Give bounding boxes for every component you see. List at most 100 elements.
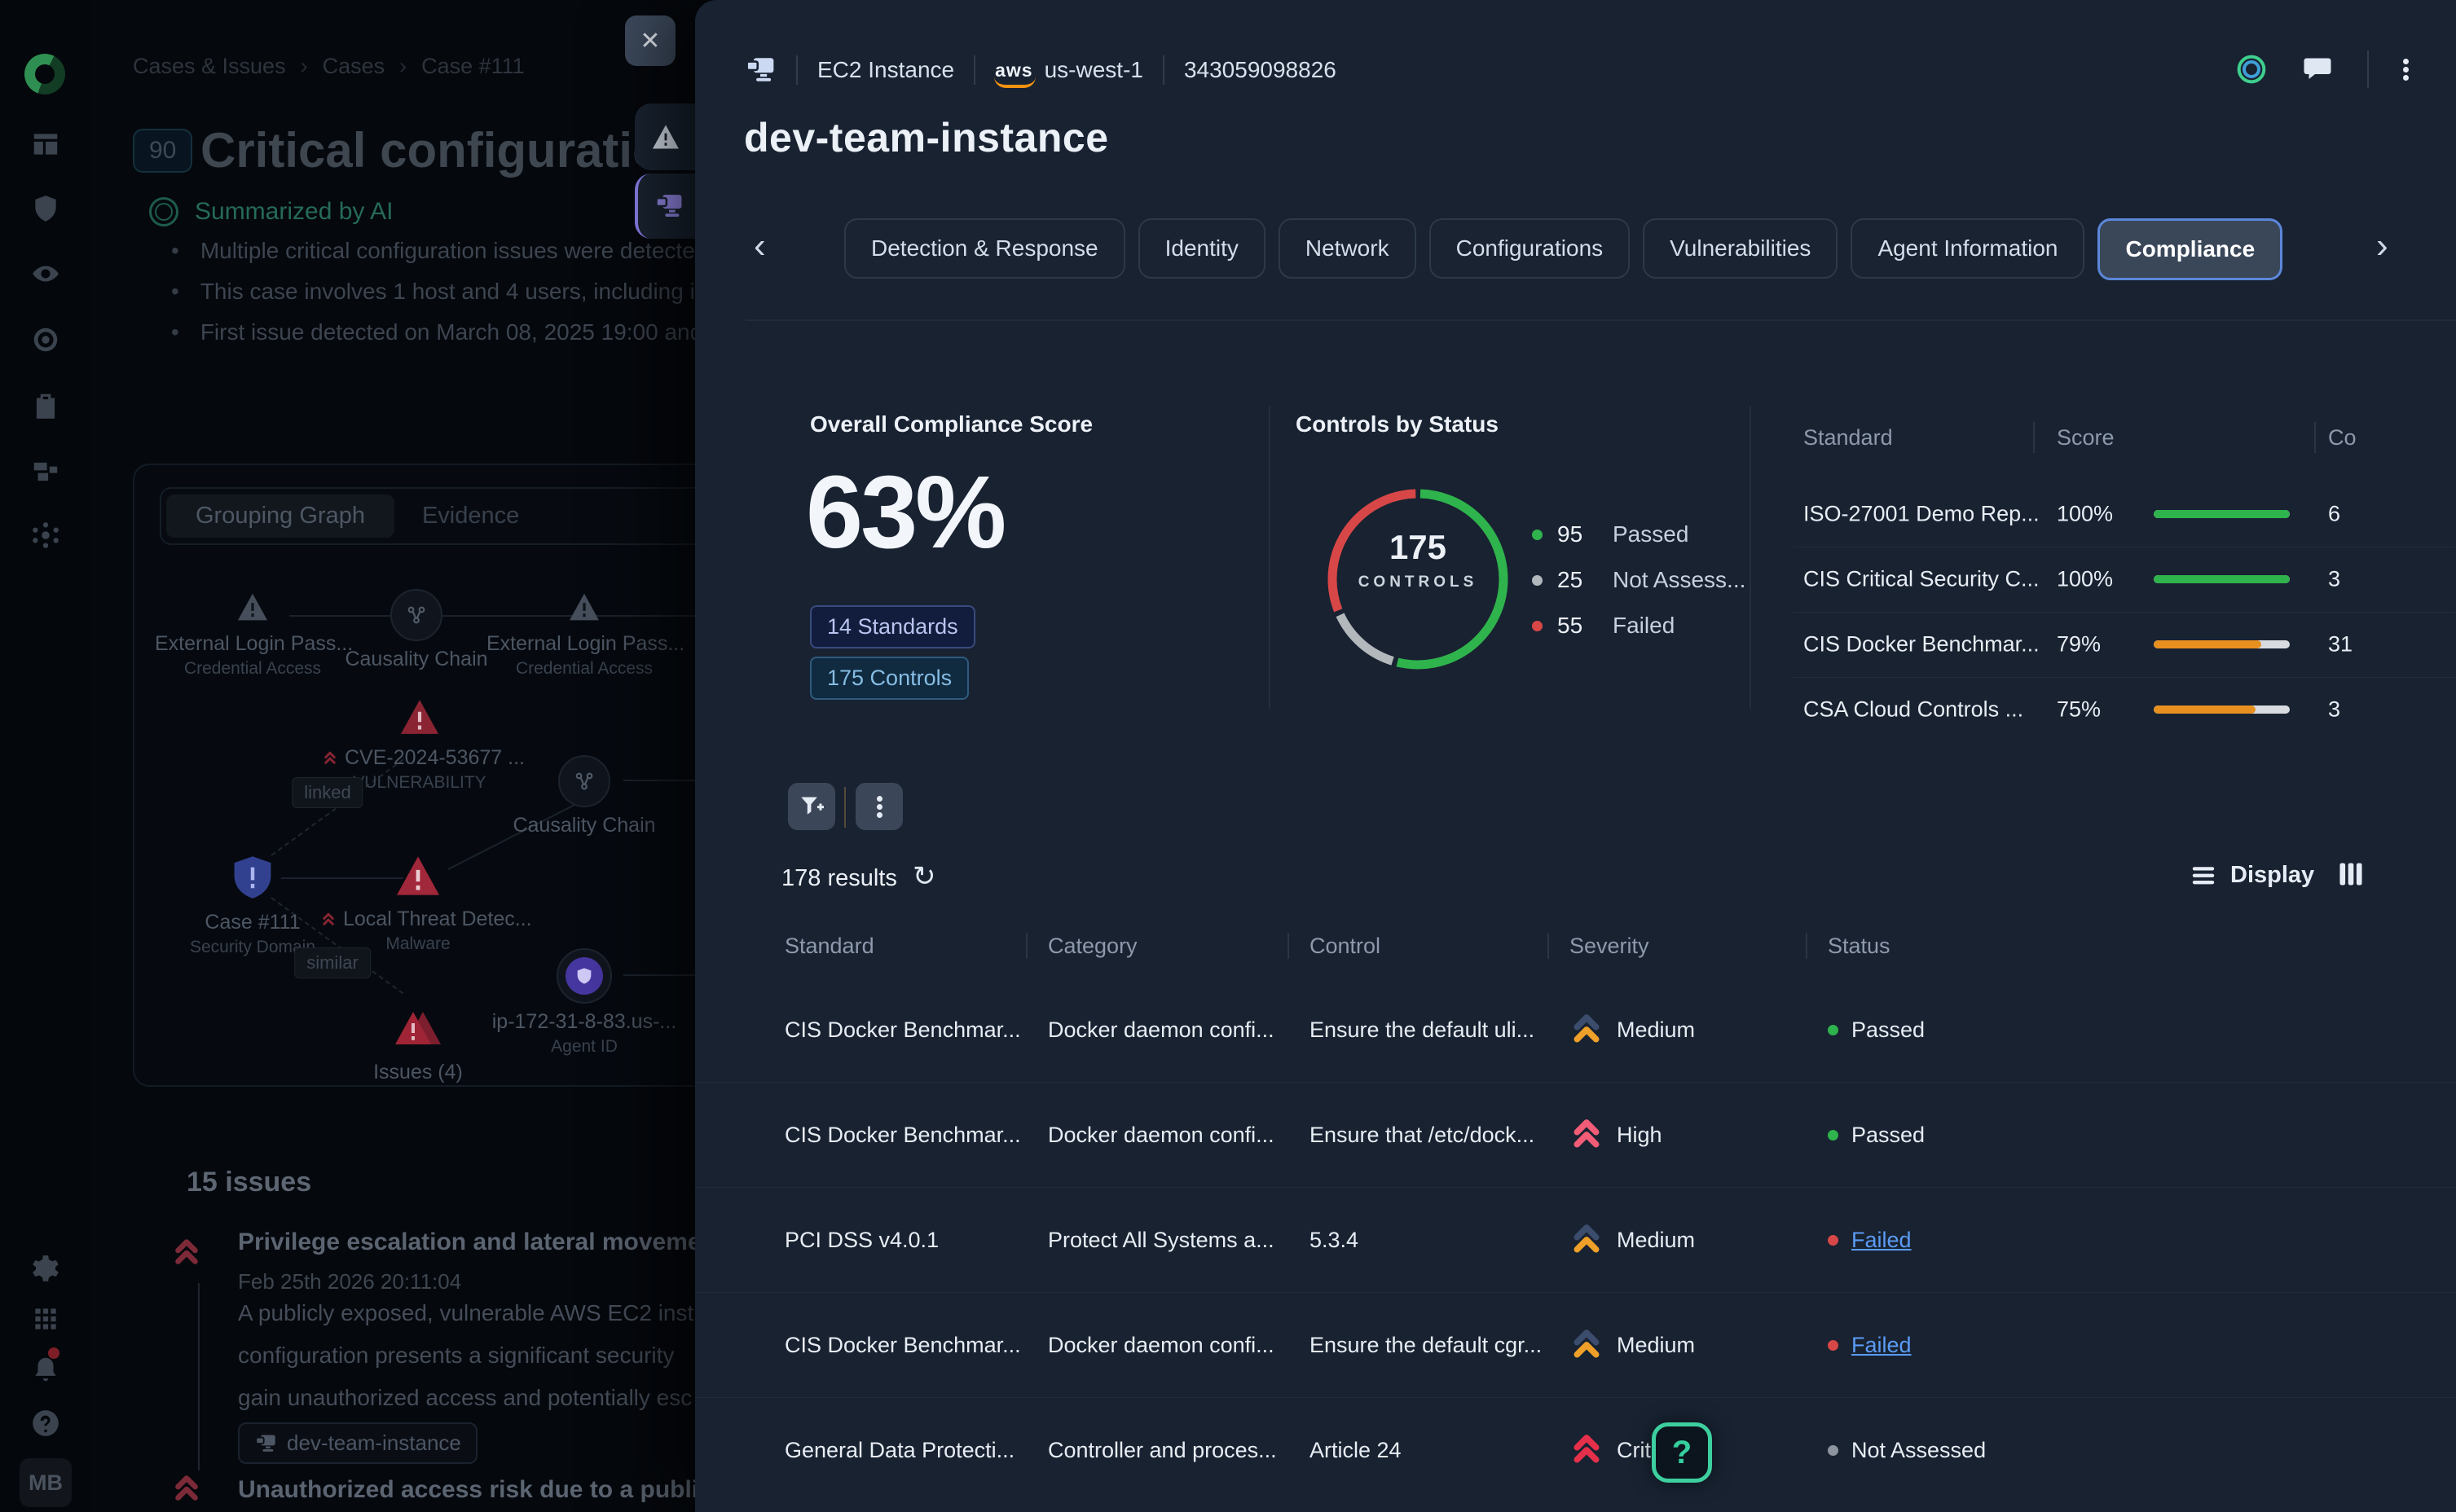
divider xyxy=(1269,406,1270,709)
case-shield-icon[interactable] xyxy=(231,855,275,900)
tab-grouping-graph[interactable]: Grouping Graph xyxy=(166,494,394,538)
breadcrumb-cases-issues[interactable]: Cases & Issues xyxy=(133,54,286,79)
tab-evidence[interactable]: Evidence xyxy=(414,494,527,538)
tabs-scroll-left-icon[interactable]: ‹ xyxy=(754,228,766,264)
causality-chain-icon[interactable] xyxy=(390,589,442,641)
legend-item-failed: 55Failed xyxy=(1532,611,1675,640)
resource-chip[interactable]: dev-team-instance xyxy=(238,1422,478,1464)
refresh-icon[interactable]: ↻ xyxy=(913,860,936,893)
issue-timestamp: Feb 25th 2026 20:11:04 xyxy=(238,1269,461,1294)
status-dot xyxy=(1828,1445,1838,1456)
score-progress-bar xyxy=(2154,575,2290,583)
col-category[interactable]: Category xyxy=(1048,934,1309,959)
ai-summary-icon xyxy=(149,197,178,226)
graph-node-label: Issues (4) xyxy=(320,1061,516,1084)
divider xyxy=(2314,422,2316,453)
tab-network[interactable]: Network xyxy=(1279,218,1416,279)
table-row[interactable]: CIS Docker Benchmar... Docker daemon con… xyxy=(695,1292,2456,1397)
sidebar-item-boards[interactable] xyxy=(27,125,64,163)
sidebar-item-compliance[interactable] xyxy=(27,387,64,424)
table-row[interactable]: General Data Protecti... Controller and … xyxy=(695,1397,2456,1502)
standards-col-standard: Standard xyxy=(1803,425,1893,451)
col-control[interactable]: Control xyxy=(1309,934,1569,959)
divider xyxy=(1163,55,1164,85)
causality-chain-icon[interactable] xyxy=(558,755,610,807)
apps-grid-icon[interactable] xyxy=(27,1300,64,1338)
side-tab-alerts[interactable] xyxy=(635,103,696,170)
severity-chevrons-icon xyxy=(1569,1119,1604,1151)
controls-by-status-label: Controls by Status xyxy=(1296,411,1499,437)
failed-link[interactable]: Failed xyxy=(1851,1228,1912,1253)
table-row[interactable]: CIS Docker Benchmar... Docker daemon con… xyxy=(695,978,2456,1082)
tab-identity[interactable]: Identity xyxy=(1138,218,1265,279)
case-title: Critical configuration xyxy=(200,122,692,178)
issue-title[interactable]: Privilege escalation and lateral movemen… xyxy=(238,1228,761,1256)
divider xyxy=(974,55,975,85)
sidebar-item-detection[interactable] xyxy=(27,321,64,358)
asset-drawer: EC2 Instance aws us-west-1 343059098826 … xyxy=(695,0,2456,1512)
standards-row[interactable]: CIS Docker Benchmar... 79% 31 xyxy=(1803,612,2455,677)
more-options-kebab-icon[interactable] xyxy=(2403,56,2409,83)
close-drawer-button[interactable]: ✕ xyxy=(625,15,676,66)
sidebar-item-inventory[interactable] xyxy=(27,453,64,490)
col-status[interactable]: Status xyxy=(1828,934,2456,959)
resource-type-label: EC2 Instance xyxy=(817,57,954,83)
graph-tab-bar: Grouping Graph Evidence xyxy=(160,487,712,545)
tab-configurations[interactable]: Configurations xyxy=(1429,218,1631,279)
warning-triangle-icon[interactable] xyxy=(236,592,269,622)
col-severity[interactable]: Severity xyxy=(1569,934,1828,959)
breadcrumb-cases[interactable]: Cases xyxy=(323,54,385,79)
table-row[interactable]: PCI DSS v4.0.1 Protect All Systems a... … xyxy=(695,1187,2456,1292)
user-avatar[interactable]: MB xyxy=(20,1458,72,1507)
tab-vulnerabilities[interactable]: Vulnerabilities xyxy=(1643,218,1838,279)
results-count: 178 results xyxy=(781,865,897,892)
display-button[interactable]: Display xyxy=(2191,862,2314,889)
help-icon[interactable] xyxy=(27,1404,64,1442)
critical-severity-icon xyxy=(170,1238,203,1268)
breadcrumb-case-111[interactable]: Case #111 xyxy=(421,54,525,79)
sidebar-item-visibility[interactable] xyxy=(27,255,64,292)
threat-triangle-icon[interactable] xyxy=(394,855,442,897)
controls-table-header: Standard Category Control Severity Statu… xyxy=(695,914,2456,978)
summary-bullet: Multiple critical configuration issues w… xyxy=(171,238,707,264)
warning-triangle-icon[interactable] xyxy=(568,592,601,622)
issue-description-line: A publicly exposed, vulnerable AWS EC2 i… xyxy=(238,1300,693,1326)
standards-count-badge[interactable]: 14 Standards xyxy=(810,605,975,648)
add-filter-button[interactable] xyxy=(788,783,835,830)
divider xyxy=(2367,51,2369,88)
issues-triangles-icon[interactable] xyxy=(392,1006,444,1050)
table-row[interactable]: CIS Docker Benchmar... Docker daemon con… xyxy=(695,1082,2456,1187)
notifications-bell-icon[interactable] xyxy=(27,1351,64,1388)
ai-rings-icon[interactable] xyxy=(2235,53,2268,86)
tabs-scroll-right-icon[interactable]: › xyxy=(2376,228,2388,264)
columns-button[interactable] xyxy=(2338,862,2364,890)
standards-row[interactable]: ISO-27001 Demo Rep... 100% 6 xyxy=(1803,481,2455,547)
chat-icon[interactable] xyxy=(2302,55,2333,84)
controls-count-badge[interactable]: 175 Controls xyxy=(810,657,969,700)
side-tab-asset[interactable] xyxy=(635,174,699,239)
standards-col-score: Score xyxy=(2057,425,2115,451)
issue-title[interactable]: Unauthorized access risk due to a public… xyxy=(238,1476,753,1504)
standards-row[interactable]: CIS Critical Security C... 100% 3 xyxy=(1803,547,2455,612)
settings-gear-icon[interactable] xyxy=(27,1250,64,1287)
col-standard[interactable]: Standard xyxy=(785,934,1048,959)
edge-label-linked: linked xyxy=(292,777,363,808)
breadcrumb: Cases & Issues › Cases › Case #111 xyxy=(133,54,525,79)
tab-agent-information[interactable]: Agent Information xyxy=(1851,218,2084,279)
filter-options-kebab-button[interactable] xyxy=(856,783,903,830)
tab-compliance[interactable]: Compliance xyxy=(2097,218,2282,280)
account-id-label: 343059098826 xyxy=(1184,57,1336,83)
agent-node-icon[interactable] xyxy=(557,948,612,1004)
summary-bullet: First issue detected on March 08, 2025 1… xyxy=(171,319,715,345)
asset-tab-bar: ‹ Detection & Response Identity Network … xyxy=(695,218,2456,277)
app-logo[interactable] xyxy=(24,54,65,94)
sidebar-item-cluster[interactable] xyxy=(27,516,64,554)
failed-link[interactable]: Failed xyxy=(1851,1333,1912,1358)
graph-node-label: ip-172-31-8-83.us-... xyxy=(486,1010,682,1034)
sidebar-item-risks[interactable] xyxy=(27,190,64,227)
help-cursor: ? xyxy=(1652,1422,1712,1483)
tab-detection-response[interactable]: Detection & Response xyxy=(844,218,1125,279)
asset-title: dev-team-instance xyxy=(744,114,1109,161)
vulnerability-triangle-icon[interactable] xyxy=(398,698,441,736)
standards-row[interactable]: CSA Cloud Controls ... 75% 3 xyxy=(1803,677,2455,742)
